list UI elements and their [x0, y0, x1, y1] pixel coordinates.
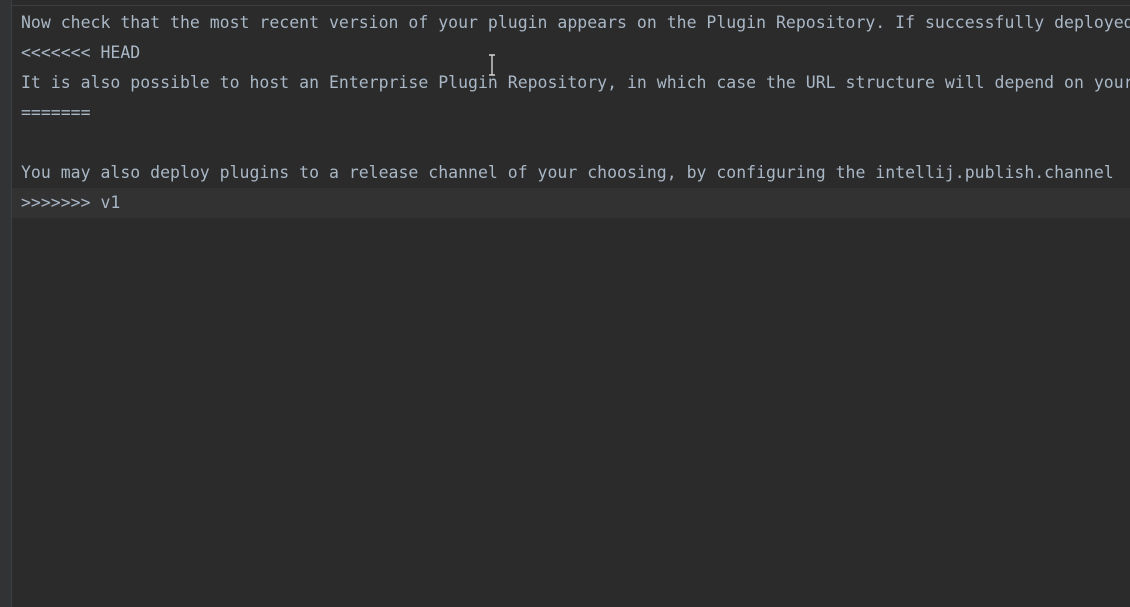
- editor-line[interactable]: It is also possible to host an Enterpris…: [12, 68, 1130, 98]
- code-editor[interactable]: Now check that the most recent version o…: [0, 0, 1130, 607]
- editor-line[interactable]: You may also deploy plugins to a release…: [12, 158, 1130, 188]
- merge-conflict-separator[interactable]: =======: [12, 98, 1130, 128]
- merge-conflict-marker-v1[interactable]: >>>>>>> v1: [12, 188, 1130, 218]
- editor-line[interactable]: [12, 128, 1130, 158]
- editor-tab-strip: [0, 0, 1130, 6]
- merge-conflict-marker-head[interactable]: <<<<<<< HEAD: [12, 38, 1130, 68]
- editor-line[interactable]: Now check that the most recent version o…: [12, 8, 1130, 38]
- editor-gutter[interactable]: [0, 0, 12, 607]
- text-cursor-icon: [489, 54, 495, 76]
- editor-text-area[interactable]: Now check that the most recent version o…: [12, 8, 1130, 607]
